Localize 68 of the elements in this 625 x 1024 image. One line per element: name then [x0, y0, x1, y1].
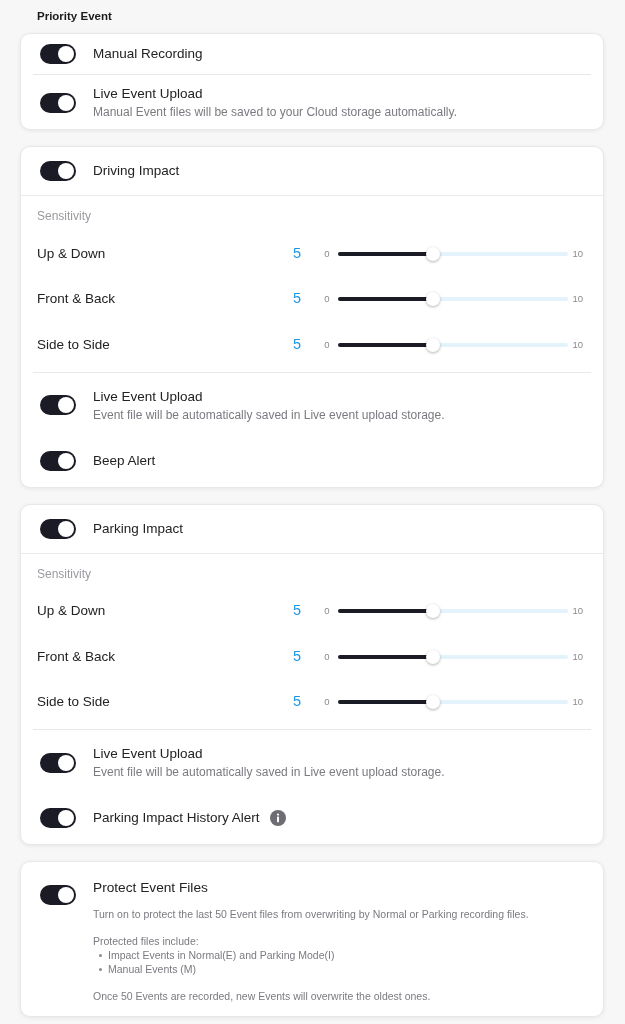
toggle-switch[interactable]: [40, 518, 76, 539]
slider-thumb[interactable]: [425, 337, 440, 352]
toggle-switch[interactable]: [40, 92, 76, 113]
list-heading: Protected files include:: [93, 934, 200, 948]
slider-track[interactable]: [338, 603, 569, 620]
setting-note: Once 50 Events are recorded, new Events will overwrite the oldest ones.: [93, 989, 432, 1003]
slider-value: 5: [292, 334, 302, 354]
slider-label: Front & Back: [37, 647, 116, 666]
slider-thumb[interactable]: [425, 649, 440, 664]
setting-label: Driving Impact: [93, 162, 180, 180]
slider-max-label: 10: [572, 649, 583, 664]
setting-description: Event file will be automatically saved in Live event upload storage.: [93, 764, 446, 780]
slider-track[interactable]: [338, 648, 569, 665]
slider-value: 5: [292, 289, 302, 309]
setting-description: Event file will be automatically saved in Live event upload storage.: [93, 406, 446, 423]
setting-description: Turn on to protect the last 50 Event files from overwriting by Normal or Parking recording files.: [93, 907, 530, 921]
slider-track[interactable]: [338, 336, 569, 353]
slider-value: 5: [292, 646, 302, 666]
slider-max-label: 10: [572, 604, 583, 619]
info-icon[interactable]: [269, 810, 286, 826]
bullet-icon: [99, 967, 102, 971]
slider-min-label: 0: [324, 292, 330, 307]
setting-label: Protect Event Files: [93, 879, 208, 897]
slider-thumb[interactable]: [425, 292, 440, 307]
slider-thumb[interactable]: [425, 604, 440, 619]
setting-label: Manual Recording: [93, 45, 203, 63]
toggle-switch[interactable]: [40, 450, 76, 471]
slider-track[interactable]: [338, 291, 569, 308]
slider-thumb[interactable]: [425, 246, 440, 261]
slider-min-label: 0: [324, 337, 330, 352]
slider-label: Up & Down: [37, 602, 106, 621]
slider-label: Front & Back: [37, 290, 116, 309]
slider-max-label: 10: [572, 292, 583, 307]
setting-label: Parking Impact History Alert: [93, 809, 260, 827]
setting-label: Live Event Upload: [93, 85, 203, 103]
toggle-switch[interactable]: [40, 44, 76, 64]
toggle-switch[interactable]: [40, 752, 76, 773]
bullet-icon: [99, 953, 102, 957]
slider-label: Up & Down: [37, 244, 106, 263]
setting-label: Parking Impact: [93, 519, 184, 538]
slider-min-label: 0: [324, 695, 330, 710]
section-title: Priority Event: [37, 9, 112, 23]
setting-label: Live Event Upload: [93, 387, 203, 406]
toggle-switch[interactable]: [40, 395, 76, 415]
list-item: Manual Events (M): [108, 962, 197, 976]
slider-max-label: 10: [572, 246, 583, 261]
slider-value: 5: [292, 601, 302, 621]
slider-min-label: 0: [324, 246, 330, 261]
section-label: Sensitivity: [37, 209, 93, 223]
slider-max-label: 10: [572, 337, 583, 352]
slider-min-label: 0: [324, 604, 330, 619]
toggle-switch[interactable]: [40, 161, 76, 181]
setting-label: Beep Alert: [93, 451, 156, 470]
slider-thumb[interactable]: [425, 695, 440, 710]
setting-label: Live Event Upload: [93, 745, 203, 763]
slider-max-label: 10: [572, 695, 583, 710]
slider-value: 5: [292, 243, 302, 263]
toggle-switch[interactable]: [40, 808, 76, 828]
slider-track[interactable]: [338, 694, 569, 711]
slider-track[interactable]: [338, 245, 569, 262]
slider-label: Side to Side: [37, 335, 110, 354]
toggle-switch[interactable]: [40, 885, 76, 905]
slider-value: 5: [292, 692, 302, 712]
list-item: Impact Events in Normal(E) and Parking Mode(I): [108, 948, 335, 962]
slider-label: Side to Side: [37, 693, 110, 712]
setting-description: Manual Event files will be saved to your Cloud storage automatically.: [93, 104, 458, 120]
section-label: Sensitivity: [37, 566, 93, 581]
slider-min-label: 0: [324, 649, 330, 664]
